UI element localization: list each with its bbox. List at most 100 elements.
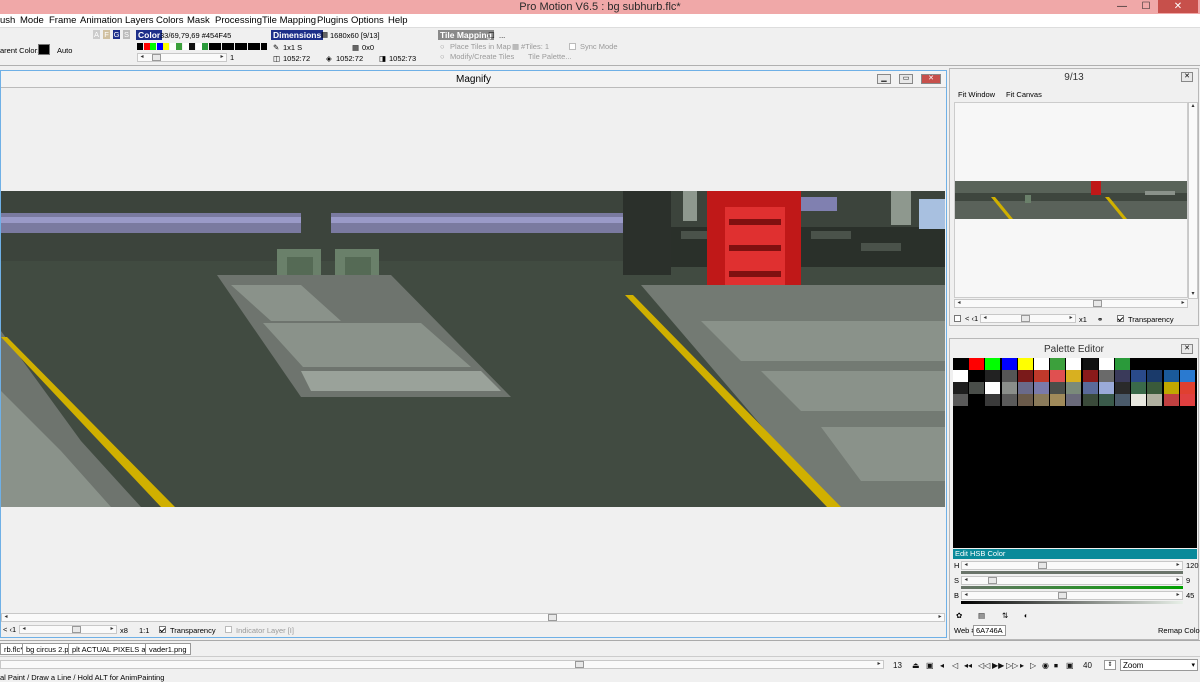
- color-strip-swatch[interactable]: [137, 43, 143, 50]
- palette-swatch[interactable]: [1179, 394, 1195, 406]
- play-control-1-icon[interactable]: ⏏: [912, 661, 920, 670]
- palette-swatch[interactable]: [985, 382, 1001, 394]
- palette-swatch[interactable]: [985, 370, 1001, 382]
- afgs-a-button[interactable]: A: [93, 30, 100, 39]
- play-control-11-icon[interactable]: ◉: [1042, 661, 1049, 670]
- play-control-3-icon[interactable]: ◂: [940, 661, 944, 670]
- afgs-g-button[interactable]: G: [113, 30, 120, 39]
- color-strip-swatch[interactable]: [169, 43, 176, 50]
- palette-tool-2-icon[interactable]: ▤: [978, 611, 985, 620]
- palette-swatch[interactable]: [1179, 358, 1195, 370]
- stop-icon[interactable]: ⏹: [1054, 661, 1058, 670]
- palette-tool-1-icon[interactable]: ✿: [956, 611, 962, 620]
- navigator-option-checkbox[interactable]: [954, 315, 961, 322]
- color-strip-swatch[interactable]: [241, 43, 247, 50]
- palette-swatch[interactable]: [1131, 382, 1147, 394]
- color-strip-swatch[interactable]: [143, 43, 150, 50]
- magnify-minimize-button[interactable]: ▁: [877, 74, 891, 84]
- fit-window-button[interactable]: Fit Window: [958, 90, 995, 99]
- play-control-7-icon[interactable]: ▶▶: [992, 661, 1004, 670]
- menu-mode[interactable]: Mode: [20, 14, 44, 28]
- color-strip-swatch[interactable]: [208, 43, 215, 50]
- palette-swatch[interactable]: [1050, 394, 1066, 406]
- palette-swatch[interactable]: [1034, 370, 1049, 382]
- menu-brush[interactable]: ush: [0, 14, 15, 28]
- play-control-13-icon[interactable]: ▣: [1066, 661, 1074, 670]
- palette-swatch[interactable]: [985, 394, 1001, 406]
- palette-swatch[interactable]: [1115, 358, 1130, 370]
- navigator-view[interactable]: [954, 102, 1188, 298]
- palette-swatch[interactable]: [1017, 370, 1033, 382]
- palette-swatch[interactable]: [1082, 370, 1098, 382]
- palette-swatch[interactable]: [1098, 394, 1114, 406]
- tab-vader[interactable]: vader1.png: [145, 643, 191, 655]
- palette-swatch[interactable]: [1098, 370, 1114, 382]
- tile-palette-button[interactable]: Tile Palette...: [528, 52, 572, 61]
- palette-swatch[interactable]: [1115, 394, 1130, 406]
- menu-frame[interactable]: Frame: [49, 14, 76, 28]
- palette-swatch[interactable]: [1017, 358, 1033, 370]
- palette-swatch[interactable]: [953, 382, 968, 394]
- palette-swatch[interactable]: [1066, 358, 1082, 370]
- h-slider[interactable]: ◂ ▸: [961, 561, 1183, 570]
- magnify-transparency-checkbox[interactable]: [159, 626, 166, 633]
- palette-swatch[interactable]: [1131, 394, 1147, 406]
- play-control-8-icon[interactable]: ▷▷: [1006, 661, 1018, 670]
- minimize-button[interactable]: —: [1110, 0, 1134, 13]
- color-strip[interactable]: [137, 43, 267, 51]
- palette-swatch[interactable]: [1163, 394, 1179, 406]
- color-strip-swatch[interactable]: [260, 43, 267, 50]
- transparent-color-swatch[interactable]: [38, 44, 50, 55]
- palette-swatch[interactable]: [1066, 394, 1082, 406]
- palette-grid[interactable]: [953, 358, 1197, 406]
- palette-swatch[interactable]: [1098, 382, 1114, 394]
- palette-swatch[interactable]: [1115, 370, 1130, 382]
- palette-swatch[interactable]: [953, 370, 968, 382]
- palette-swatch[interactable]: [1163, 382, 1179, 394]
- place-tiles-radio[interactable]: ○: [440, 42, 445, 51]
- magnify-close-button[interactable]: ✕: [921, 74, 941, 84]
- frame-scrollbar[interactable]: ▸: [0, 660, 884, 669]
- palette-swatch[interactable]: [1082, 382, 1098, 394]
- palette-swatch[interactable]: [1001, 394, 1017, 406]
- maximize-button[interactable]: ☐: [1134, 0, 1158, 13]
- menu-mask[interactable]: Mask: [187, 14, 210, 28]
- tile-settings-icon[interactable]: ☐: [488, 31, 495, 40]
- color-strip-swatch[interactable]: [202, 43, 208, 50]
- palette-swatch[interactable]: [1163, 358, 1179, 370]
- modify-tiles-radio[interactable]: ○: [440, 52, 445, 61]
- fit-canvas-button[interactable]: Fit Canvas: [1006, 90, 1042, 99]
- navigator-transparency-checkbox[interactable]: [1117, 315, 1124, 322]
- menu-processing[interactable]: Processing: [215, 14, 262, 28]
- tile-more-button[interactable]: ...: [499, 31, 505, 40]
- magnify-ratio[interactable]: 1:1: [139, 626, 149, 635]
- palette-swatch[interactable]: [1001, 382, 1017, 394]
- palette-swatch[interactable]: [953, 358, 968, 370]
- color-strip-swatch[interactable]: [247, 43, 254, 50]
- palette-swatch[interactable]: [1050, 382, 1066, 394]
- color-strip-swatch[interactable]: [156, 43, 163, 50]
- color-strip-swatch[interactable]: [195, 43, 202, 50]
- navigator-close-button[interactable]: ✕: [1181, 72, 1193, 82]
- web-color-input[interactable]: 6A746A: [973, 625, 1006, 636]
- color-strip-swatch[interactable]: [189, 43, 195, 50]
- menu-layers[interactable]: Layers: [125, 14, 154, 28]
- menu-options[interactable]: Options: [351, 14, 384, 28]
- palette-swatch[interactable]: [1131, 358, 1147, 370]
- palette-tool-3-icon[interactable]: ⇅: [1002, 611, 1008, 620]
- link-icon[interactable]: ⚭: [1097, 315, 1103, 324]
- play-control-6-icon[interactable]: ◁◁: [978, 661, 990, 670]
- palette-swatch[interactable]: [1050, 358, 1066, 370]
- palette-swatch[interactable]: [1001, 370, 1017, 382]
- play-control-4-icon[interactable]: ◁: [952, 661, 958, 670]
- menu-tile-mapping[interactable]: Tile Mapping: [262, 14, 316, 28]
- palette-swatch[interactable]: [1034, 358, 1049, 370]
- indicator-layer-checkbox[interactable]: [225, 626, 232, 633]
- palette-swatch[interactable]: [1147, 394, 1163, 406]
- color-strip-swatch[interactable]: [176, 43, 182, 50]
- color-strip-swatch[interactable]: [150, 43, 156, 50]
- b-slider[interactable]: ◂ ▸: [961, 591, 1183, 600]
- palette-swatch[interactable]: [1017, 382, 1033, 394]
- palette-swatch[interactable]: [1050, 370, 1066, 382]
- palette-swatch[interactable]: [1066, 382, 1082, 394]
